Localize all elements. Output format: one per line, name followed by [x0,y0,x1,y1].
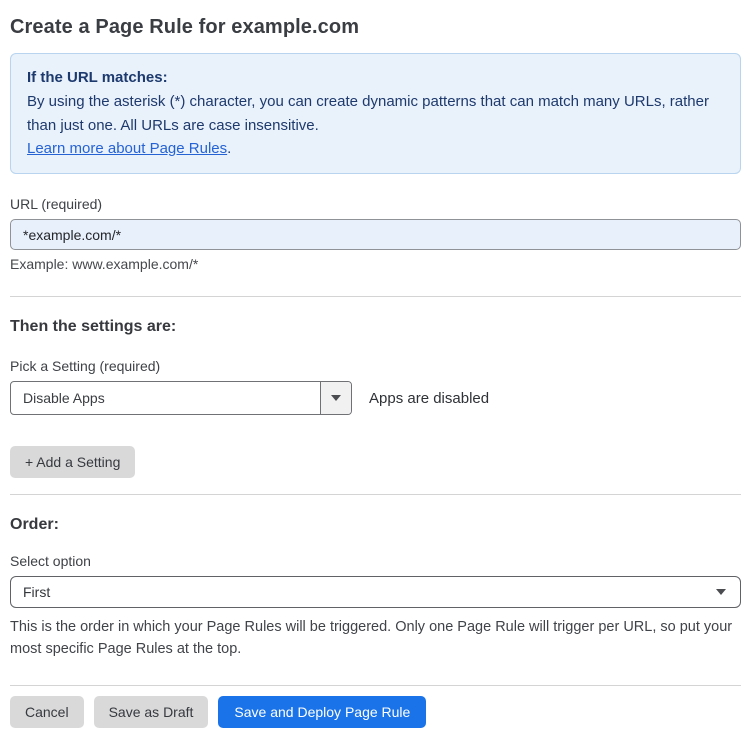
url-match-info-box: If the URL matches: By using the asteris… [10,53,741,174]
setting-status-text: Apps are disabled [369,389,490,407]
page-title: Create a Page Rule for example.com [10,16,360,38]
learn-more-link[interactable]: Learn more about Page Rules [27,140,227,157]
url-input[interactable] [10,219,741,250]
url-example-helper: Example: www.example.com/* [10,256,199,272]
section-divider [10,494,741,495]
link-suffix: . [227,139,232,157]
settings-section-heading: Then the settings are: [10,318,177,335]
info-box-heading: If the URL matches: [27,69,168,86]
footer-actions: Cancel Save as Draft Save and Deploy Pag… [10,695,741,728]
order-section-heading: Order: [10,516,59,533]
add-setting-button[interactable]: + Add a Setting [10,446,136,478]
footer-divider [10,684,741,686]
page-rule-form: Create a Page Rule for example.com If th… [0,0,750,740]
section-divider [10,296,741,297]
info-box-link-line: Learn more about Page Rules. [27,137,724,160]
chevron-down-icon [331,395,341,401]
info-box-body: By using the asterisk (*) character, you… [27,93,709,134]
setting-select-value: Disable Apps [23,390,105,406]
setting-select-arrow-button[interactable] [320,382,351,414]
order-select[interactable]: First [10,576,741,608]
save-and-deploy-button[interactable]: Save and Deploy Page Rule [218,695,427,728]
url-field-label: URL (required) [10,196,103,212]
order-helper-text: This is the order in which your Page Rul… [10,619,733,658]
cancel-button[interactable]: Cancel [10,695,84,728]
save-as-draft-button[interactable]: Save as Draft [93,695,209,728]
chevron-down-icon [716,589,726,595]
order-select-value: First [23,584,51,600]
order-select-label: Select option [10,553,91,569]
setting-row: Disable Apps Apps are disabled [10,381,741,415]
setting-select[interactable]: Disable Apps [10,381,352,415]
pick-setting-label: Pick a Setting (required) [10,358,161,374]
